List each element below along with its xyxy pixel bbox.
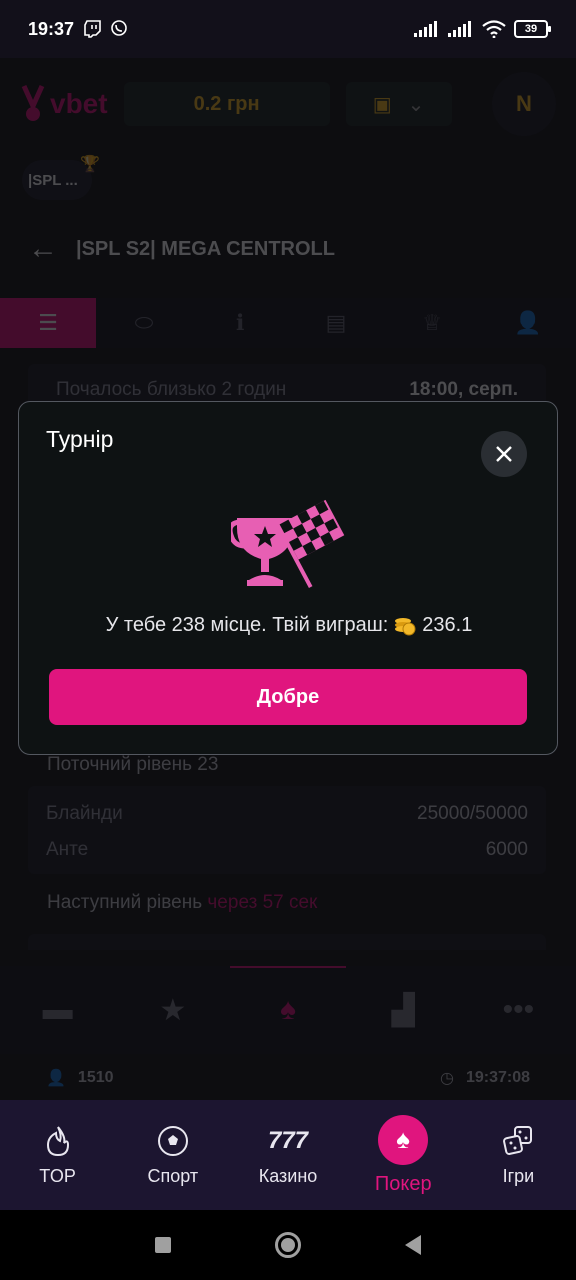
battery-icon: 39: [514, 20, 551, 38]
nav-item-casino[interactable]: 777 Казино: [230, 1100, 345, 1210]
close-icon: [496, 446, 512, 462]
trophy-finish-flag-icon: [231, 499, 345, 588]
flame-icon: [44, 1124, 72, 1158]
result-message: У тебе 238 місце. Твій виграш: 236.1: [19, 614, 559, 637]
nav-item-top[interactable]: TOP: [0, 1100, 115, 1210]
nav-label-games: Ігри: [502, 1165, 535, 1186]
nav-item-sport[interactable]: Спорт: [115, 1100, 230, 1210]
spade-icon: ♠: [378, 1114, 429, 1165]
ok-button[interactable]: Добре: [49, 669, 527, 725]
twitch-icon: [84, 20, 101, 38]
nav-label-casino: Казино: [258, 1165, 318, 1186]
dice-icon: [501, 1124, 535, 1158]
signal-icon-2: [448, 21, 471, 37]
wifi-icon: [482, 20, 506, 38]
close-button[interactable]: [481, 431, 527, 477]
bottom-nav: TOP Спорт 777 Казино ♠ Покер Ігри: [0, 1100, 576, 1210]
system-nav-bar: [0, 1210, 576, 1280]
nav-label-top: TOP: [39, 1165, 76, 1186]
result-text: У тебе 238 місце. Твій виграш:: [105, 614, 389, 636]
nav-label-poker: Покер: [374, 1172, 432, 1195]
signal-icon: [414, 21, 437, 37]
nav-item-poker[interactable]: ♠ Покер: [346, 1100, 461, 1210]
back-button[interactable]: [405, 1235, 421, 1255]
nav-item-games[interactable]: Ігри: [461, 1100, 576, 1210]
soccer-ball-icon: [157, 1124, 189, 1158]
slots-777-icon: 777: [267, 1126, 309, 1154]
dialog-title: Турнір: [46, 426, 114, 452]
home-button[interactable]: [275, 1232, 301, 1258]
status-time: 19:37: [28, 18, 75, 39]
viber-icon: [111, 20, 127, 36]
prize-amount: 236.1: [422, 614, 473, 636]
status-bar: 19:37 39: [0, 0, 576, 58]
coin-icon: [395, 617, 416, 635]
nav-label-sport: Спорт: [147, 1165, 199, 1186]
recents-button[interactable]: [155, 1237, 171, 1253]
tournament-result-dialog: Турнір У тебе 238 місце. Твій виграш: 23…: [18, 401, 558, 755]
